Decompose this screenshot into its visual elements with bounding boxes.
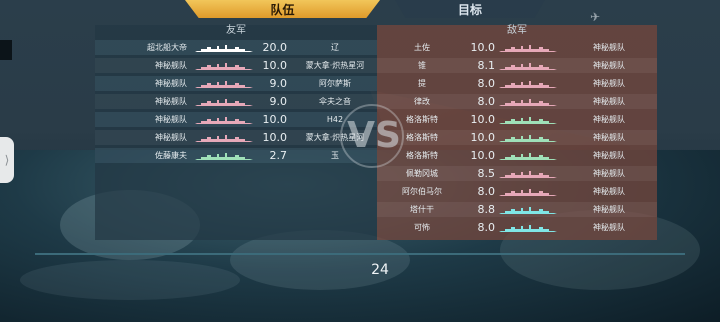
enemy-player-row[interactable]: 律改 8.0 神秘舰队 (377, 94, 657, 109)
ship-name: 阿尔伯马尔 (402, 187, 442, 196)
player-name: 神秘舰队 (155, 115, 187, 124)
friendly-player-row[interactable]: 神秘舰队 9.0 阿尔萨斯 (95, 76, 377, 91)
ship-rating: 10.0 (470, 41, 496, 54)
ship-silhouette-icon (195, 44, 253, 52)
player-name: 神秘舰队 (593, 169, 625, 178)
enemy-player-row[interactable]: 格洛斯特 10.0 神秘舰队 (377, 112, 657, 127)
ship-silhouette-icon (499, 152, 561, 160)
ship-rating: 9.0 (269, 77, 288, 90)
enemy-player-row[interactable]: 可怖 8.0 神秘舰队 (377, 220, 657, 235)
ship-rating: 8.0 (477, 221, 496, 234)
top-tab-bar: 队伍 目标 (35, 0, 685, 18)
friendly-header: 友军 (226, 25, 246, 36)
ship-silhouette-icon (499, 116, 561, 124)
ship-silhouette-icon (195, 62, 253, 70)
friendly-player-row[interactable]: 超北船大帝 20.0 辽 (95, 40, 377, 55)
player-name: 神秘舰队 (593, 61, 625, 70)
ship-rating: 20.0 (262, 41, 288, 54)
ship-rating: 10.0 (470, 149, 496, 162)
ship-name: 提 (418, 79, 426, 88)
ship-silhouette-icon (195, 152, 253, 160)
enemy-team-panel: 敌军 土佐 10.0 神秘舰队锥 8.1 神秘舰队提 8.0 神秘舰队 律改 8.0 神秘舰队 格洛… (377, 25, 657, 240)
chevron-right-icon: ⟩ (4, 153, 10, 167)
ship-silhouette-icon (499, 170, 561, 178)
player-name: 神秘舰队 (593, 151, 625, 160)
ship-silhouette-icon (499, 80, 561, 88)
ship-rating: 8.0 (477, 185, 496, 198)
ship-silhouette-icon (499, 188, 561, 196)
ship-silhouette-icon (499, 134, 561, 142)
tab-target[interactable]: 目标 (395, 0, 545, 18)
ship-name: 蒙大拿·炽热星河 (305, 61, 365, 70)
ship-silhouette-icon (195, 134, 253, 142)
enemy-header: 敌军 (507, 25, 527, 36)
ship-silhouette-icon (499, 224, 561, 232)
ship-rating: 10.0 (470, 113, 496, 126)
ship-name: 辽 (331, 43, 339, 52)
ship-silhouette-icon (195, 116, 253, 124)
tab-team[interactable]: 队伍 (185, 0, 380, 18)
ship-rating: 10.0 (262, 113, 288, 126)
player-name: 超北船大帝 (147, 43, 187, 52)
friendly-player-row[interactable]: 神秘舰队 10.0 蒙大拿·炽热星河 (95, 58, 377, 73)
divider-bar (35, 253, 685, 255)
ship-name: 土佐 (414, 43, 430, 52)
player-name: 神秘舰队 (593, 79, 625, 88)
enemy-player-row[interactable]: 格洛斯特 10.0 神秘舰队 (377, 148, 657, 163)
player-name: 神秘舰队 (593, 115, 625, 124)
player-name: 神秘舰队 (155, 133, 187, 142)
ship-rating: 8.0 (477, 77, 496, 90)
enemy-player-row[interactable]: 格洛斯特 10.0 神秘舰队 (377, 130, 657, 145)
ship-silhouette-icon (195, 98, 253, 106)
ship-silhouette-icon (499, 98, 561, 106)
ship-silhouette-icon (195, 80, 253, 88)
aircraft-icon: ✈ (590, 10, 601, 24)
ship-rating: 8.0 (477, 95, 496, 108)
ship-rating: 10.0 (262, 131, 288, 144)
ship-rating: 10.0 (262, 59, 288, 72)
enemy-player-row[interactable]: 阿尔伯马尔 8.0 神秘舰队 (377, 184, 657, 199)
player-name: 神秘舰队 (593, 43, 625, 52)
enemy-player-row[interactable]: 塔什干 8.8 神秘舰队 (377, 202, 657, 217)
enemy-player-row[interactable]: 锥 8.1 神秘舰队 (377, 58, 657, 73)
ship-name: 阿尔萨斯 (319, 79, 351, 88)
enemy-player-row[interactable]: 提 8.0 神秘舰队 (377, 76, 657, 91)
ship-name: 可怖 (414, 223, 430, 232)
ship-rating: 9.0 (269, 95, 288, 108)
ship-rating: 2.7 (269, 149, 288, 162)
player-name: 神秘舰队 (593, 205, 625, 214)
player-name: 佐藤康夫 (155, 151, 187, 160)
left-edge-tab (0, 40, 12, 60)
vs-emblem: VS (347, 115, 401, 156)
ship-silhouette-icon (499, 62, 561, 70)
ship-silhouette-icon (499, 44, 561, 52)
player-name: 神秘舰队 (593, 187, 625, 196)
enemy-player-row[interactable]: 土佐 10.0 神秘舰队 (377, 40, 657, 55)
player-name: 神秘舰队 (593, 97, 625, 106)
ship-rating: 8.8 (477, 203, 496, 216)
ship-rating: 8.1 (477, 59, 496, 72)
player-name: 神秘舰队 (155, 97, 187, 106)
ship-name: 锥 (418, 61, 426, 70)
player-name: 神秘舰队 (155, 79, 187, 88)
player-name: 神秘舰队 (593, 133, 625, 142)
ship-name: 佩勒冈城 (406, 169, 438, 178)
ship-rating: 8.5 (477, 167, 496, 180)
player-name: 神秘舰队 (155, 61, 187, 70)
ship-rating: 10.0 (470, 131, 496, 144)
side-drawer-handle[interactable]: ⟩ (0, 137, 14, 183)
enemy-player-row[interactable]: 佩勒冈城 8.5 神秘舰队 (377, 166, 657, 181)
player-name: 神秘舰队 (593, 223, 625, 232)
ship-name: 塔什干 (410, 205, 434, 214)
countdown-timer: 24 (371, 262, 389, 278)
ship-silhouette-icon (499, 206, 561, 214)
